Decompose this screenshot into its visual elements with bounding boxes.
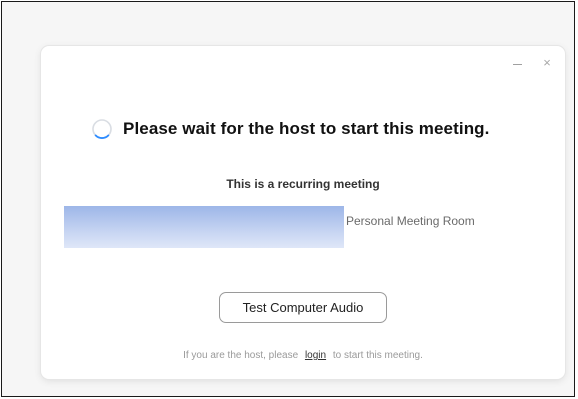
close-icon: × bbox=[543, 55, 551, 70]
minimize-icon bbox=[512, 63, 522, 65]
loading-spinner-icon bbox=[92, 119, 112, 139]
status-heading: Please wait for the host to start this m… bbox=[91, 118, 490, 140]
host-hint-suffix: to start this meeting. bbox=[332, 350, 423, 361]
host-login-hint: If you are the host, please login to sta… bbox=[41, 350, 565, 361]
login-link[interactable]: login bbox=[305, 350, 326, 361]
window-controls: × bbox=[511, 56, 553, 70]
waiting-room-dialog: × Please wait for the host to start this… bbox=[41, 46, 565, 379]
page-title: Please wait for the host to start this m… bbox=[123, 119, 490, 138]
host-hint-prefix: If you are the host, please bbox=[183, 350, 299, 361]
screenshot-frame: × Please wait for the host to start this… bbox=[1, 1, 575, 397]
recurring-meeting-label: This is a recurring meeting bbox=[226, 177, 380, 191]
close-button[interactable]: × bbox=[541, 56, 553, 70]
redacted-meeting-id bbox=[64, 206, 344, 248]
test-computer-audio-button[interactable]: Test Computer Audio bbox=[219, 292, 387, 323]
personal-meeting-room-label: Personal Meeting Room bbox=[346, 214, 475, 228]
minimize-button[interactable] bbox=[511, 56, 523, 70]
